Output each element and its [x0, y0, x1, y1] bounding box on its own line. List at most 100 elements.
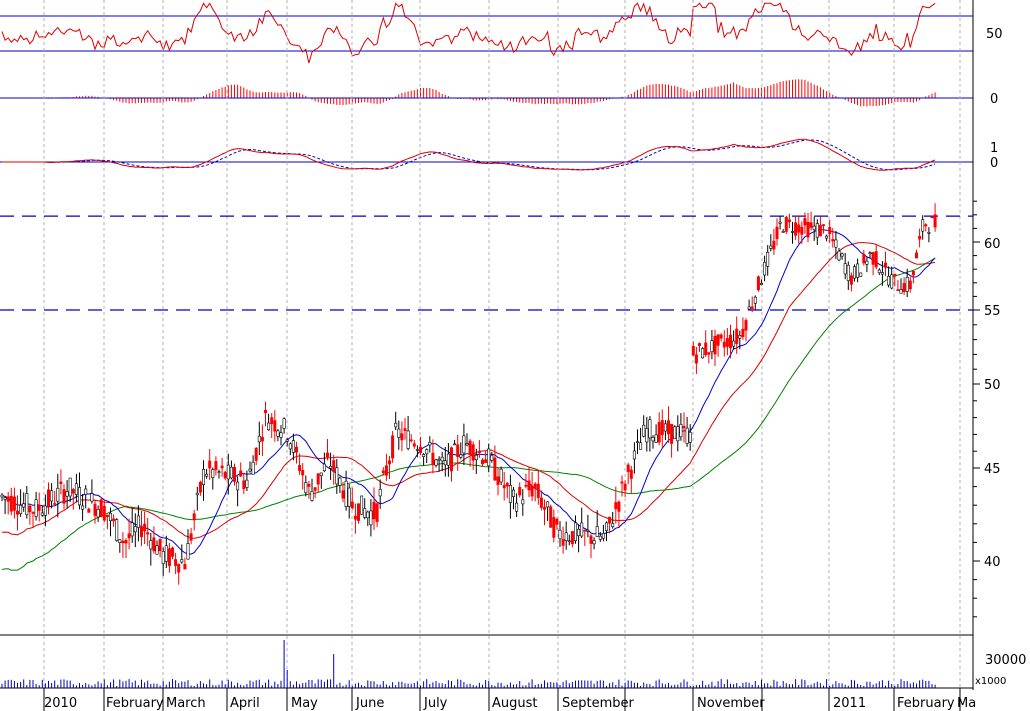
candle-body [78, 487, 82, 506]
candle-body [722, 341, 726, 348]
candle-body [862, 253, 866, 264]
x-label-2011: 2011 [833, 696, 866, 711]
volume-unit-label: x1000 [975, 676, 1006, 687]
candle-body [443, 460, 447, 466]
candle-body [561, 539, 565, 546]
candle-body [248, 468, 252, 472]
stock-chart: 50 0 1 0 60 55 50 45 40 30000 x1000 2010… [0, 0, 1030, 711]
x-label-april: April [230, 696, 260, 711]
candle-body [859, 272, 863, 277]
candle-body [276, 430, 280, 437]
candle-body [716, 334, 720, 346]
candle-body [555, 518, 559, 525]
candle-body [0, 494, 4, 498]
candle-body [753, 296, 757, 304]
candle-body [415, 449, 419, 451]
candle-body [127, 533, 131, 539]
candle-body [270, 417, 274, 424]
candle-body [431, 452, 435, 465]
candle-body [192, 513, 196, 521]
candle-body [688, 431, 692, 443]
candle-body [558, 529, 562, 540]
candle-body [741, 328, 745, 338]
candle-body [477, 451, 481, 453]
candle-body [124, 540, 128, 544]
candle-body [874, 251, 878, 268]
candle-body [391, 435, 395, 459]
candle-body [648, 419, 652, 439]
candle-body [338, 477, 342, 486]
candle-body [59, 481, 63, 484]
candle-body [254, 447, 258, 461]
candle-body [453, 443, 457, 446]
candle-body [620, 481, 624, 484]
candle-body [288, 443, 292, 450]
candle-body [437, 458, 441, 461]
candle-body [474, 454, 478, 461]
candle-body [223, 471, 227, 479]
candle-body [202, 469, 206, 485]
candle-body [171, 547, 175, 557]
candle-body [670, 423, 674, 444]
candle-body [787, 219, 791, 223]
candle-body [37, 504, 41, 511]
x-label-2010: 2010 [44, 696, 77, 711]
candle-body [521, 499, 525, 505]
candle-body [226, 464, 230, 480]
candle-body [186, 543, 190, 560]
candle-body [22, 503, 26, 508]
candle-body [428, 442, 432, 446]
candle-body [378, 489, 382, 497]
candle-body [573, 522, 577, 542]
candle-body [65, 491, 69, 497]
candle-body [164, 545, 168, 562]
candle-body [533, 483, 537, 489]
candle-body [344, 480, 348, 507]
candle-body [304, 482, 308, 493]
candle-body [877, 269, 881, 274]
candle-body [3, 497, 7, 500]
candle-body [143, 523, 147, 532]
candle-body [893, 273, 897, 277]
candle-body [812, 225, 816, 230]
candle-body [564, 532, 568, 541]
candle-body [487, 448, 491, 467]
candle-body [273, 420, 277, 432]
candle-body [728, 334, 732, 349]
candle-body [905, 277, 909, 292]
candle-body [56, 487, 60, 502]
candle-body [834, 239, 838, 248]
candle-body [883, 262, 887, 268]
candle-body [639, 442, 643, 450]
candle-body [90, 493, 94, 502]
candle-body [347, 487, 351, 507]
candle-body [887, 276, 891, 286]
candle-body [136, 515, 140, 528]
candle-body [701, 348, 705, 359]
osc3-tick-1: 1 [990, 141, 998, 156]
candle-body [899, 289, 903, 294]
candle-body [914, 252, 918, 259]
candle-body [856, 263, 860, 278]
candle-body [493, 457, 497, 481]
candle-body [31, 512, 35, 514]
candle-body [174, 559, 178, 566]
candle-body [710, 340, 714, 353]
candle-body [50, 490, 54, 502]
candle-body [81, 505, 85, 510]
candle-body [586, 529, 590, 532]
candle-body [694, 354, 698, 364]
osc1-tick-50: 50 [986, 27, 1003, 42]
candle-body [46, 489, 50, 507]
candle-body [852, 266, 856, 279]
x-label-may: May [291, 696, 318, 711]
candle-body [815, 223, 819, 238]
candle-body [645, 428, 649, 443]
candle-body [183, 563, 187, 570]
candle-body [177, 564, 181, 573]
candle-body [518, 487, 522, 496]
candle-body [242, 480, 246, 490]
candle-body [846, 264, 850, 281]
candle-body [840, 253, 844, 257]
candle-body [781, 231, 785, 233]
